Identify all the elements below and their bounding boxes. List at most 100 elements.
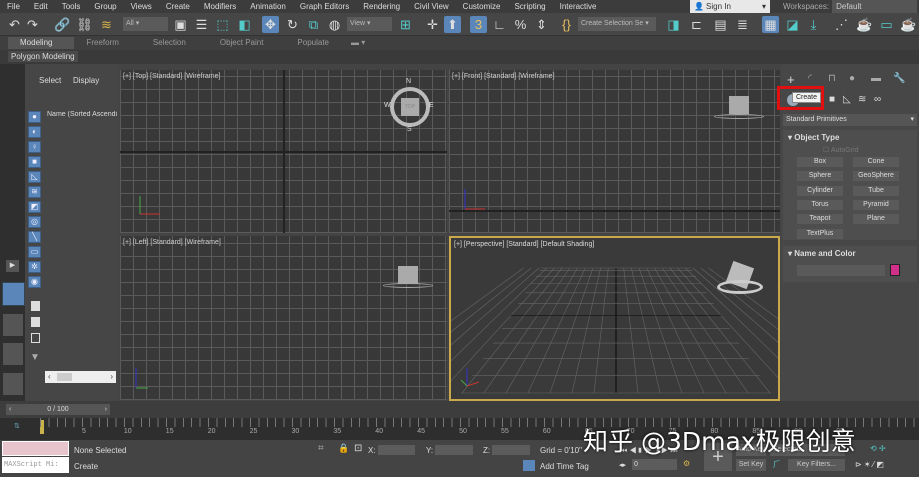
menu-create[interactable]: Create [159, 2, 197, 11]
spacewarps-category-icon[interactable]: ≋ [858, 94, 866, 105]
viewport-label[interactable]: [+] [Left] [Standard] [Wireframe] [123, 239, 221, 246]
object-color-swatch[interactable] [890, 264, 900, 276]
scale-icon[interactable]: ⧉ [305, 16, 322, 33]
menu-modifiers[interactable]: Modifiers [197, 2, 243, 11]
primitive-cone-button[interactable]: Cone [853, 157, 899, 167]
column-header-name[interactable]: Name (Sorted Ascending) [47, 111, 117, 118]
display-tab-icon[interactable]: ▬ [871, 73, 881, 84]
scene-explorer-icon[interactable]: ▤ [712, 16, 729, 33]
select-manipulate-icon[interactable]: ✛ [424, 16, 441, 33]
primitive-sphere-button[interactable]: Sphere [797, 171, 843, 182]
set-key-button[interactable]: Set Key [736, 459, 766, 471]
filter-icon[interactable]: ▼ [30, 352, 40, 363]
reference-coordinate-dropdown[interactable]: View ▾ [347, 17, 392, 31]
polygon-modeling-panel[interactable]: Polygon Modeling [8, 51, 78, 62]
tab-object-paint[interactable]: Object Paint [208, 37, 286, 49]
motion-tab-icon[interactable]: ● [849, 73, 855, 84]
next-frame-icon[interactable]: › [105, 404, 107, 415]
rollout-title[interactable]: ▾ Name and Color [788, 249, 856, 258]
primitive-teapot-button[interactable]: Teapot [797, 214, 843, 225]
menu-group[interactable]: Group [87, 2, 123, 11]
select-none-icon[interactable] [31, 317, 40, 327]
unlink-icon[interactable]: ⛓ [76, 16, 93, 33]
select-all-icon[interactable] [31, 301, 40, 311]
spacewarps-filter-icon[interactable]: ≋ [28, 186, 41, 198]
window-crossing-icon[interactable]: ◧ [236, 16, 253, 33]
select-object-icon[interactable]: ▣ [172, 16, 189, 33]
z-coordinate-input[interactable] [492, 445, 530, 455]
undo-icon[interactable]: ↶ [6, 16, 23, 33]
helpers-filter-icon[interactable]: ◺ [28, 171, 41, 183]
schematic-view-icon[interactable]: ⤓ [805, 16, 822, 33]
primitive-tube-button[interactable]: Tube [853, 185, 899, 196]
named-selection-icon[interactable]: {} [558, 16, 575, 33]
absolute-mode-icon[interactable]: ⊡ [354, 443, 362, 454]
layout-four-viewports[interactable] [2, 282, 25, 306]
primitive-torus-button[interactable]: Torus [797, 199, 843, 210]
lights-filter-icon[interactable]: ♀ [28, 141, 41, 153]
maxscript-mini-listener[interactable]: MAXScript Mi: [2, 457, 69, 473]
primitive-pyramid-button[interactable]: Pyramid [853, 199, 899, 210]
workspaces-dropdown[interactable]: Default [832, 0, 918, 13]
move-icon[interactable]: ✥ [262, 16, 279, 33]
ribbon-toggle-icon[interactable]: ▦ [762, 16, 779, 33]
curve-editor-mini-icon[interactable]: ⇅ [14, 422, 20, 430]
object-name-input[interactable] [797, 265, 885, 276]
layer-explorer-icon[interactable]: ≣ [734, 16, 751, 33]
primitive-box-button[interactable]: Box [797, 157, 843, 167]
viewcube[interactable]: TOP [401, 98, 419, 116]
tab-populate[interactable]: Populate [285, 37, 351, 49]
rollout-title[interactable]: ▾ Object Type [788, 133, 839, 142]
key-mode-icon[interactable]: ◂▸ [619, 461, 626, 469]
maxscript-listener-pink[interactable] [2, 441, 69, 456]
bones-filter-icon[interactable]: ╲ [28, 231, 41, 243]
display-all-icon[interactable]: ◉ [28, 276, 41, 288]
bind-spacewarp-icon[interactable]: ≋ [98, 16, 115, 33]
menu-civil-view[interactable]: Civil View [407, 2, 456, 11]
expand-arrow-icon[interactable]: ▶ [6, 260, 19, 272]
pivot-center-icon[interactable]: ⊞ [397, 16, 414, 33]
key-filters-button[interactable]: Key Filters... [788, 459, 845, 471]
layout-option[interactable] [3, 373, 23, 395]
rendered-frame-icon[interactable]: ▭ [878, 16, 895, 33]
geometry-filter-icon[interactable]: ● [28, 111, 41, 123]
link-icon[interactable]: 🔗 [54, 16, 71, 33]
key-tangent-icon[interactable]: ⺁ [773, 459, 781, 470]
viewport-label[interactable]: [+] [Front] [Standard] [Wireframe] [452, 73, 555, 80]
particles-filter-icon[interactable]: ✲ [28, 261, 41, 273]
layout-option[interactable] [3, 343, 23, 365]
viewcube[interactable] [398, 266, 418, 284]
rotate-icon[interactable]: ↻ [284, 16, 301, 33]
sign-in-button[interactable]: 👤 Sign In ▾ [690, 0, 770, 13]
hierarchy-tab-icon[interactable]: ⊓ [828, 73, 836, 84]
cameras-filter-icon[interactable]: ■ [28, 156, 41, 168]
layout-option[interactable] [3, 314, 23, 336]
category-dropdown[interactable]: Standard Primitives ▾ [783, 114, 917, 126]
y-coordinate-input[interactable] [435, 445, 473, 455]
spinner-snap-icon[interactable]: ⇕ [533, 16, 550, 33]
tab-modeling[interactable]: Modeling [8, 37, 75, 49]
keyboard-shortcut-icon[interactable]: ⬆ [444, 16, 461, 33]
menu-file[interactable]: File [0, 2, 27, 11]
rect-selection-icon[interactable]: ⬚ [214, 16, 231, 33]
angle-snap-icon[interactable]: ∟ [491, 16, 508, 33]
menu-customize[interactable]: Customize [456, 2, 508, 11]
menu-interactive[interactable]: Interactive [553, 2, 604, 11]
menu-tools[interactable]: Tools [55, 2, 88, 11]
autogrid-checkbox[interactable]: ☐ AutoGrid [823, 146, 858, 154]
prev-frame-icon[interactable]: ‹ [9, 404, 11, 415]
lock-selection-icon[interactable]: 🔒 [338, 443, 349, 454]
invert-selection-icon[interactable] [31, 333, 40, 343]
viewport-top[interactable]: [+] [Top] [Standard] [Wireframe] TOP N S… [120, 70, 447, 233]
menu-views[interactable]: Views [124, 2, 159, 11]
mirror-icon[interactable]: ◨ [665, 16, 682, 33]
viewport-label[interactable]: [+] [Top] [Standard] [Wireframe] [123, 73, 220, 80]
workspaces-selector[interactable]: Workspaces: Default [783, 0, 919, 13]
viewcube[interactable] [729, 96, 749, 114]
menu-edit[interactable]: Edit [27, 2, 55, 11]
ribbon-options-icon[interactable]: ▬ ▾ [351, 37, 365, 49]
curve-editor-icon[interactable]: ◪ [784, 16, 801, 33]
primitive-geosphere-button[interactable]: GeoSphere [853, 171, 899, 182]
selection-filter-dropdown[interactable]: All ▾ [123, 17, 168, 31]
explorer-tab-display[interactable]: Display [73, 76, 99, 85]
